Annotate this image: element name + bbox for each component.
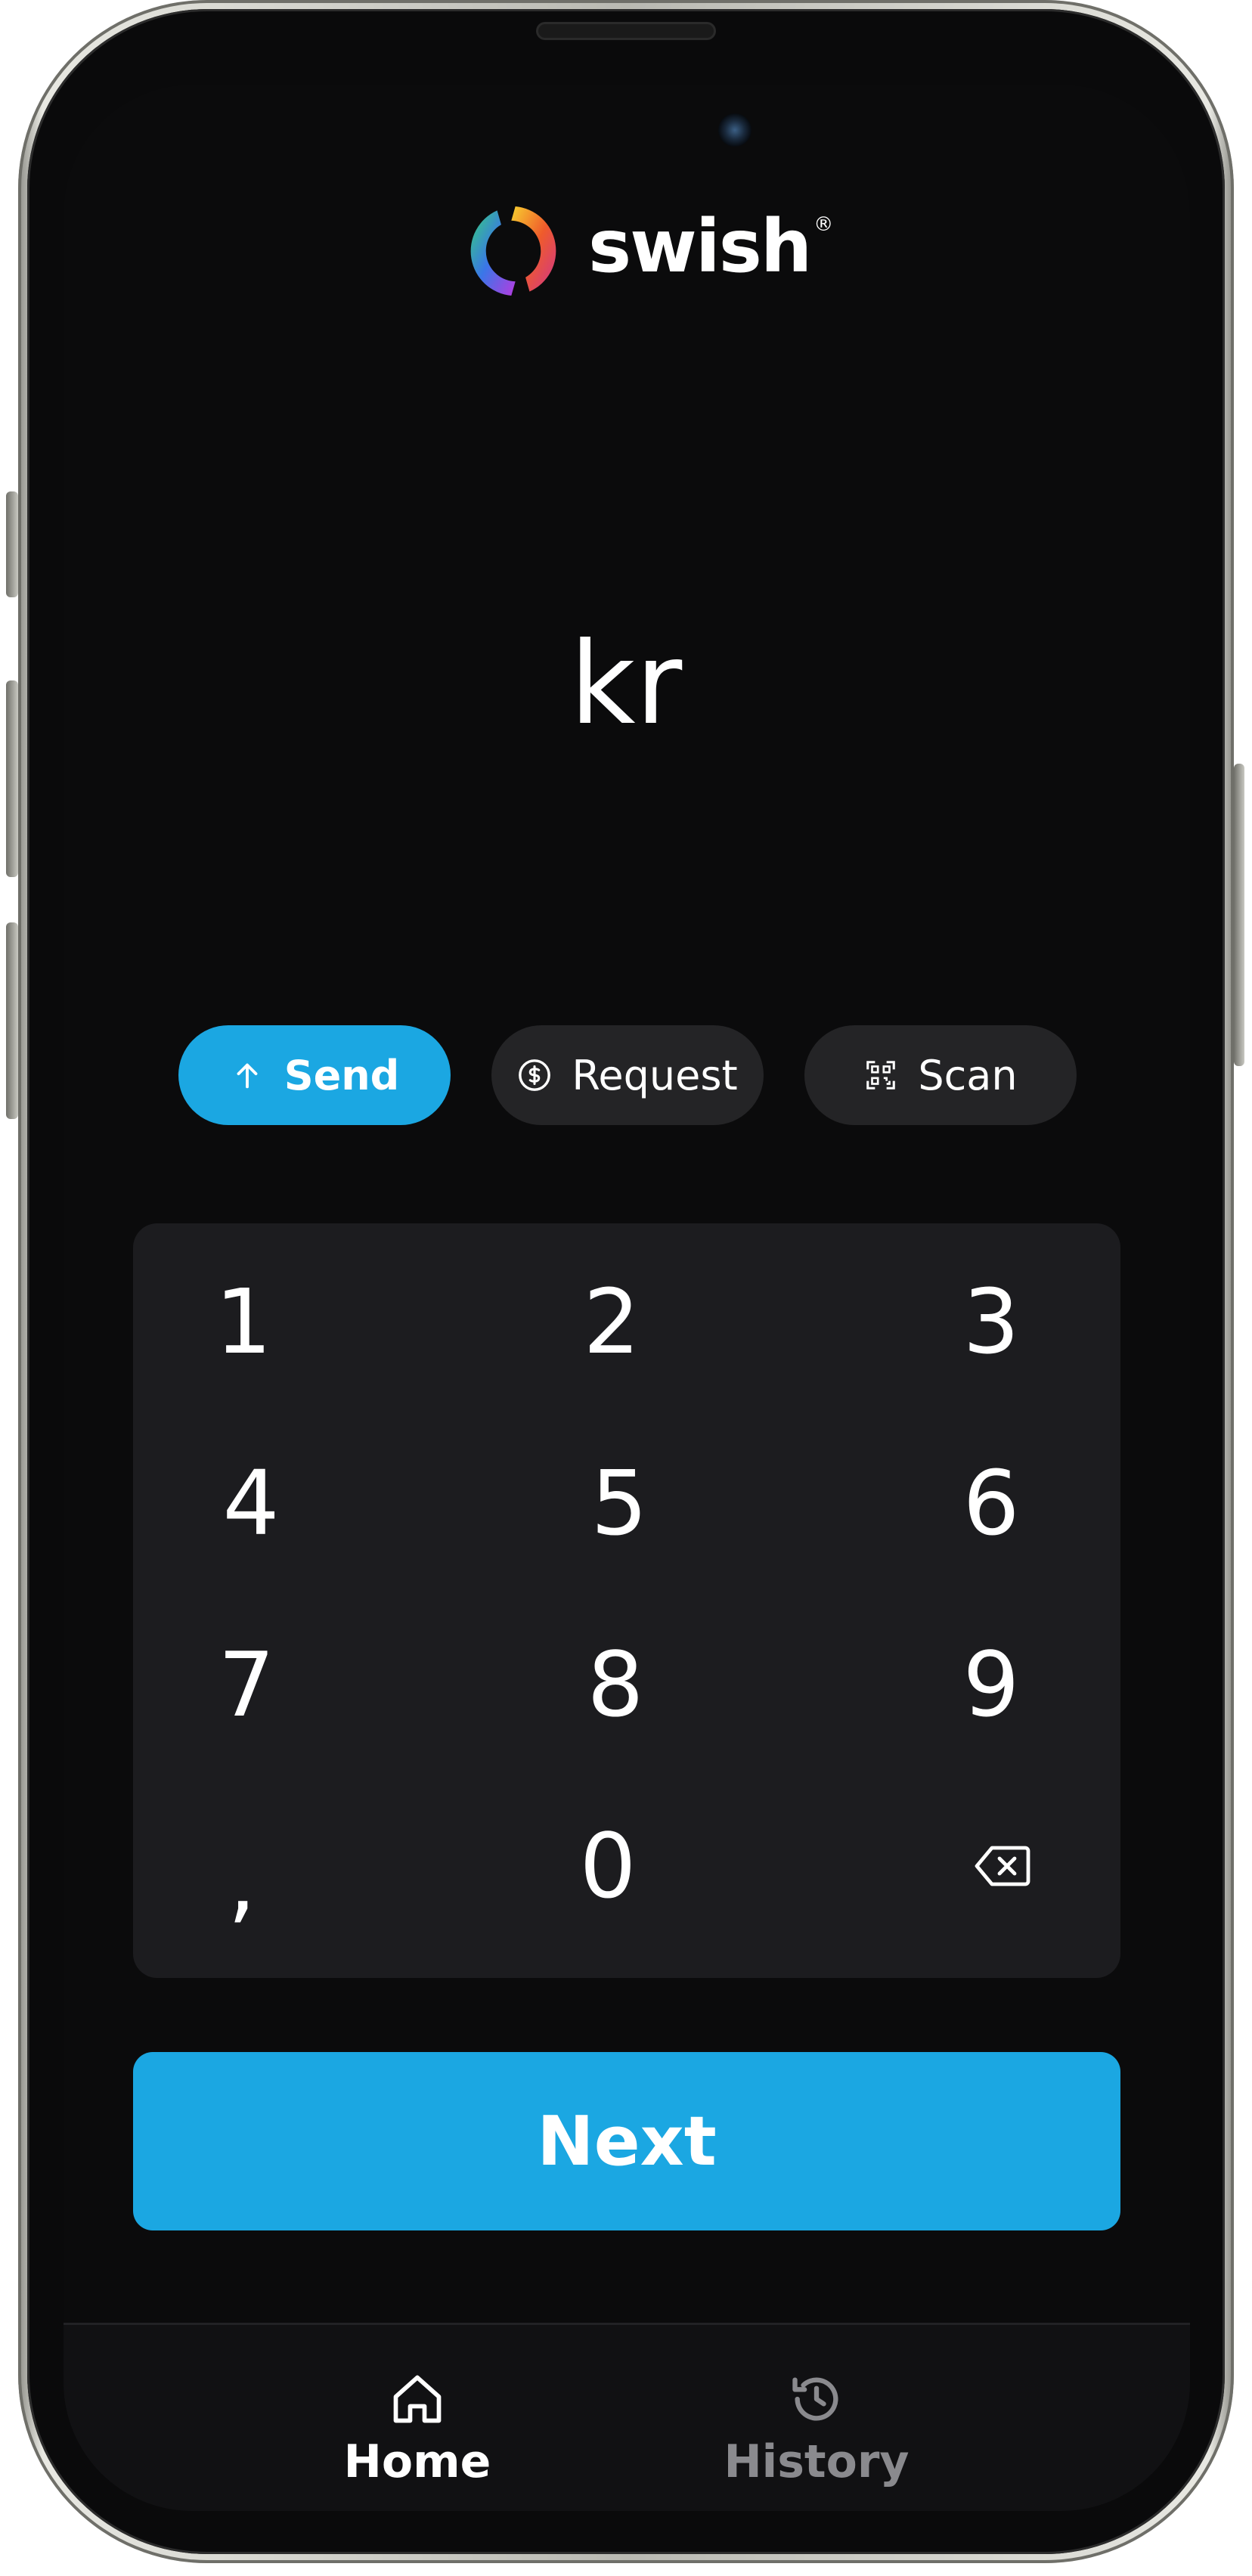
numeric-keypad: 1 2 3 4 5 6 7 8 9 , 0 <box>133 1223 1120 1978</box>
transaction-mode-selector: Send Request Scan <box>178 1025 1077 1125</box>
front-camera <box>718 113 752 147</box>
app-logo: swish ® <box>463 198 833 304</box>
key-3[interactable]: 3 <box>900 1246 1082 1397</box>
backspace-key[interactable] <box>912 1790 1093 1942</box>
swish-logo-icon <box>470 206 556 296</box>
key-1[interactable]: 1 <box>153 1246 334 1397</box>
key-7[interactable]: 7 <box>156 1609 337 1760</box>
earpiece-speaker <box>538 24 714 38</box>
volume-down-button <box>6 922 18 1119</box>
bottom-tab-bar: Home History <box>64 2323 1190 2511</box>
history-icon <box>792 2377 838 2421</box>
power-button <box>1234 764 1244 1066</box>
qr-scan-icon <box>866 1061 896 1090</box>
arrow-up-icon <box>237 1063 258 1089</box>
home-icon <box>393 2375 442 2423</box>
tab-home-label: Home <box>343 2435 491 2488</box>
send-label: Send <box>284 1051 400 1099</box>
registered-mark: ® <box>813 213 833 236</box>
send-button[interactable]: Send <box>178 1025 451 1125</box>
key-comma[interactable]: , <box>151 1806 333 1957</box>
scan-label: Scan <box>918 1051 1018 1099</box>
silent-switch <box>6 491 18 597</box>
request-label: Request <box>572 1051 738 1099</box>
scan-button[interactable]: Scan <box>804 1025 1077 1125</box>
key-0[interactable]: 0 <box>517 1790 699 1942</box>
key-4[interactable]: 4 <box>160 1427 342 1579</box>
coin-icon <box>519 1059 551 1091</box>
request-button[interactable]: Request <box>491 1025 764 1125</box>
key-2[interactable]: 2 <box>521 1246 702 1397</box>
tab-history[interactable]: History <box>703 2370 930 2488</box>
amount-display: kr <box>569 618 683 750</box>
next-button[interactable]: Next <box>133 2052 1120 2230</box>
tab-history-label: History <box>724 2435 910 2488</box>
key-8[interactable]: 8 <box>525 1609 706 1760</box>
key-5[interactable]: 5 <box>528 1427 710 1579</box>
key-6[interactable]: 6 <box>900 1427 1082 1579</box>
backspace-icon <box>975 1846 1030 1886</box>
tab-home[interactable]: Home <box>304 2370 531 2488</box>
brand-name: swish ® <box>588 204 833 289</box>
key-9[interactable]: 9 <box>900 1609 1082 1760</box>
